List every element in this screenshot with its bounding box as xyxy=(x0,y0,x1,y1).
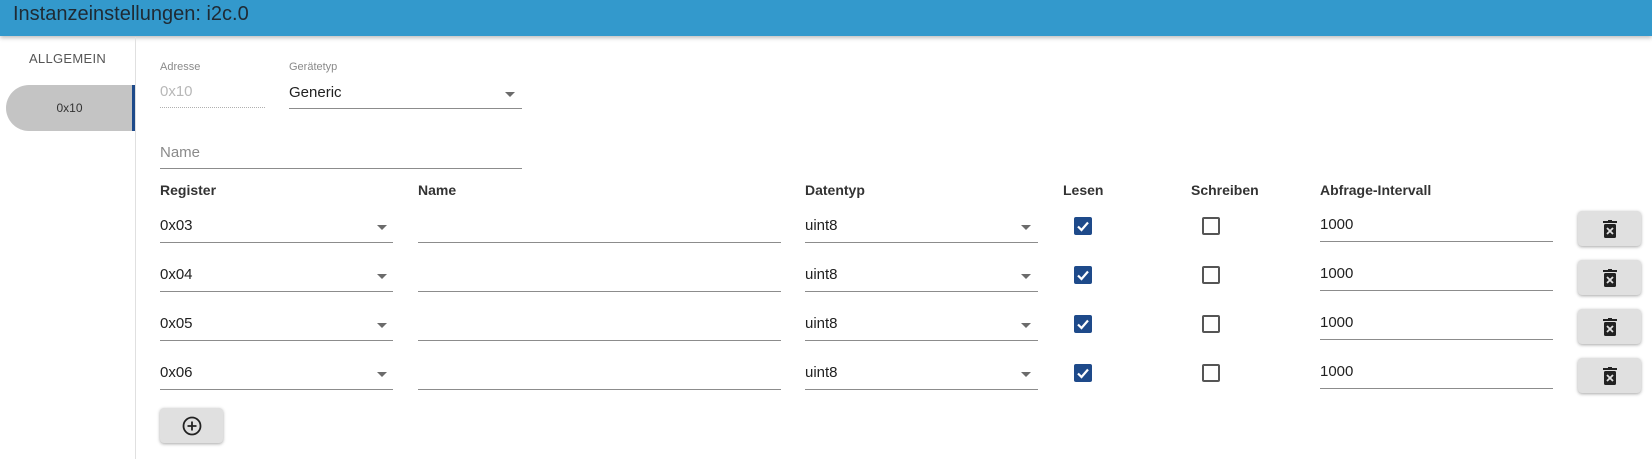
datatype-value[interactable]: uint8 xyxy=(805,315,838,332)
write-checkbox[interactable] xyxy=(1202,266,1220,284)
chevron-down-icon[interactable] xyxy=(377,372,387,377)
chevron-down-icon[interactable] xyxy=(1021,225,1031,230)
delete-forever-icon xyxy=(1602,268,1617,287)
read-checkbox[interactable] xyxy=(1074,217,1092,235)
interval-value[interactable]: 1000 xyxy=(1320,216,1353,233)
col-header-write: Schreiben xyxy=(1191,182,1259,198)
check-icon xyxy=(1077,221,1089,232)
app-header: Instanzeinstellungen: i2c.0 xyxy=(0,0,1652,36)
read-checkbox[interactable] xyxy=(1074,364,1092,382)
sidebar: ALLGEMEIN 0x10 xyxy=(0,37,136,459)
chevron-down-icon[interactable] xyxy=(1021,323,1031,328)
add-row-button[interactable] xyxy=(160,408,223,443)
register-value[interactable]: 0x05 xyxy=(160,315,193,332)
check-icon xyxy=(1077,319,1089,330)
add-circle-icon xyxy=(182,416,201,435)
delete-forever-icon xyxy=(1602,219,1617,238)
check-icon xyxy=(1077,368,1089,379)
chevron-down-icon[interactable] xyxy=(377,323,387,328)
col-header-name: Name xyxy=(418,182,457,198)
address-underline xyxy=(160,107,265,108)
register-underline xyxy=(160,340,393,341)
tab-allgemein[interactable]: ALLGEMEIN xyxy=(0,51,135,66)
read-checkbox[interactable] xyxy=(1074,315,1092,333)
delete-forever-icon xyxy=(1602,366,1617,385)
chevron-down-icon[interactable] xyxy=(505,92,515,97)
register-underline xyxy=(160,389,393,390)
interval-underline xyxy=(1320,290,1553,291)
name-placeholder[interactable]: Name xyxy=(160,144,200,161)
datatype-value[interactable]: uint8 xyxy=(805,217,838,234)
chevron-down-icon[interactable] xyxy=(1021,372,1031,377)
col-header-register: Register xyxy=(160,182,217,198)
read-checkbox[interactable] xyxy=(1074,266,1092,284)
col-header-datatype: Datentyp xyxy=(805,182,865,198)
register-value[interactable]: 0x04 xyxy=(160,266,193,283)
address-label: Adresse xyxy=(160,61,201,73)
register-value[interactable]: 0x03 xyxy=(160,217,193,234)
device-type-underline xyxy=(289,108,522,109)
row-name-underline xyxy=(418,340,781,341)
delete-row-button[interactable] xyxy=(1578,260,1641,295)
interval-value[interactable]: 1000 xyxy=(1320,265,1353,282)
write-checkbox[interactable] xyxy=(1202,217,1220,235)
datatype-underline xyxy=(805,291,1038,292)
write-checkbox[interactable] xyxy=(1202,364,1220,382)
device-type-label: Gerätetyp xyxy=(289,61,338,73)
delete-row-button[interactable] xyxy=(1578,309,1641,344)
register-underline xyxy=(160,242,393,243)
datatype-value[interactable]: uint8 xyxy=(805,266,838,283)
check-icon xyxy=(1077,270,1089,281)
datatype-underline xyxy=(805,389,1038,390)
chevron-down-icon[interactable] xyxy=(377,274,387,279)
col-header-interval: Abfrage-Intervall xyxy=(1320,182,1432,198)
address-value: 0x10 xyxy=(160,83,193,100)
interval-underline xyxy=(1320,241,1553,242)
chevron-down-icon[interactable] xyxy=(1021,274,1031,279)
chevron-down-icon[interactable] xyxy=(377,225,387,230)
row-name-underline xyxy=(418,291,781,292)
write-checkbox[interactable] xyxy=(1202,315,1220,333)
col-header-read: Lesen xyxy=(1063,182,1104,198)
device-type-value[interactable]: Generic xyxy=(289,84,342,101)
tab-device-0x10[interactable]: 0x10 xyxy=(6,85,133,131)
datatype-underline xyxy=(805,340,1038,341)
delete-row-button[interactable] xyxy=(1578,358,1641,393)
datatype-value[interactable]: uint8 xyxy=(805,364,838,381)
row-name-underline xyxy=(418,242,781,243)
page-title: Instanzeinstellungen: i2c.0 xyxy=(13,3,249,25)
delete-row-button[interactable] xyxy=(1578,211,1641,246)
register-underline xyxy=(160,291,393,292)
register-value[interactable]: 0x06 xyxy=(160,364,193,381)
interval-underline xyxy=(1320,339,1553,340)
interval-value[interactable]: 1000 xyxy=(1320,363,1353,380)
interval-value[interactable]: 1000 xyxy=(1320,314,1353,331)
name-underline xyxy=(160,168,522,169)
datatype-underline xyxy=(805,242,1038,243)
row-name-underline xyxy=(418,389,781,390)
interval-underline xyxy=(1320,388,1553,389)
delete-forever-icon xyxy=(1602,317,1617,336)
tab-indicator xyxy=(132,85,135,131)
